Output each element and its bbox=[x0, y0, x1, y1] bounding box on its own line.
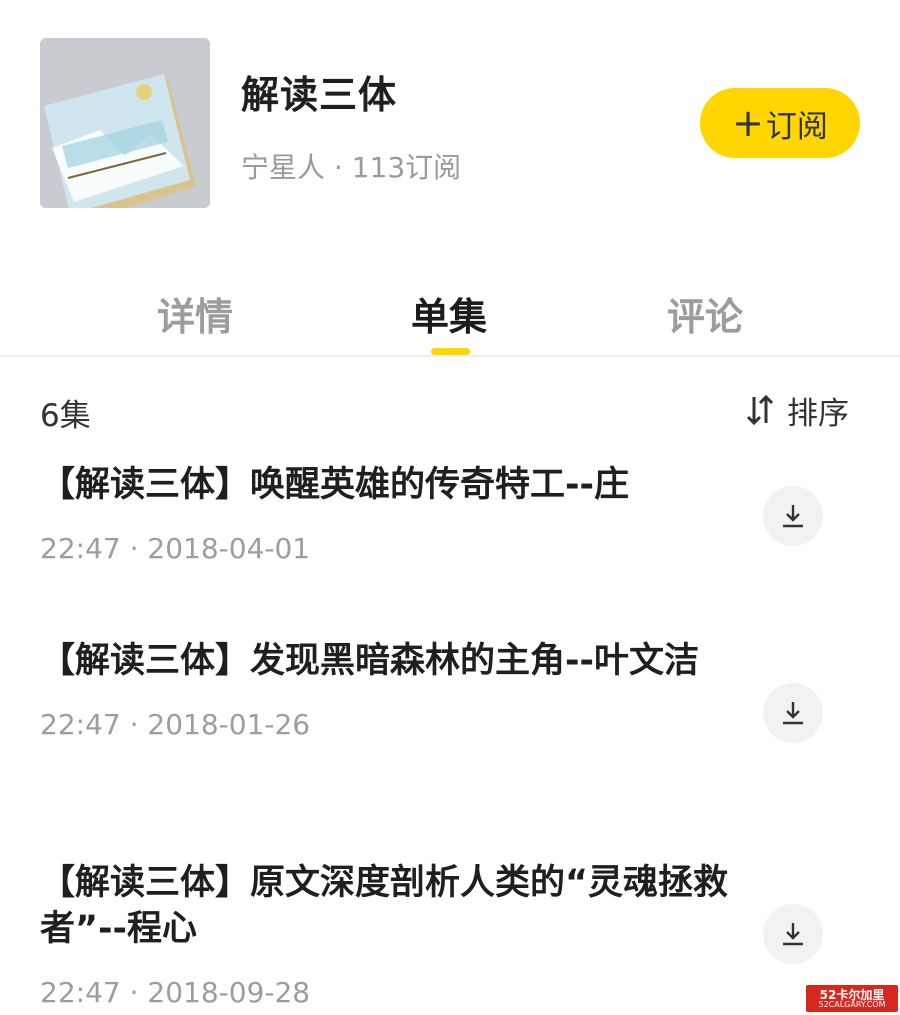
sort-button[interactable]: 排序 bbox=[745, 388, 849, 432]
download-icon bbox=[783, 702, 803, 725]
tab-bar: 详情 单集 评论 bbox=[0, 270, 900, 356]
tab-comments[interactable]: 评论 bbox=[667, 286, 743, 341]
subscribe-label: 订阅 bbox=[765, 108, 828, 145]
download-button[interactable] bbox=[763, 683, 823, 743]
active-tab-indicator bbox=[431, 348, 470, 355]
book-cover-icon bbox=[40, 38, 210, 208]
episode-count: 6集 bbox=[40, 398, 91, 434]
download-icon bbox=[783, 505, 803, 528]
download-button[interactable] bbox=[763, 904, 823, 964]
tab-episodes[interactable]: 单集 bbox=[411, 286, 487, 341]
sort-icon bbox=[746, 394, 774, 426]
episode-title: 【解读三体】原文深度剖析人类的“灵魂拯救者”--程心 bbox=[40, 863, 729, 949]
watermark-text: 52卡尔加里 bbox=[819, 987, 885, 1002]
podcast-title: 解读三体 bbox=[241, 73, 398, 117]
download-icon bbox=[783, 923, 803, 946]
site-watermark: 52卡尔加里 52CALGARY.COM bbox=[806, 985, 898, 1012]
podcast-author-subscribers: 宁星人 · 113订阅 bbox=[241, 151, 462, 184]
episode-title: 【解读三体】发现黑暗森林的主角--叶文洁 bbox=[40, 641, 700, 681]
download-button[interactable] bbox=[763, 486, 823, 546]
tab-divider bbox=[0, 355, 900, 357]
subscribe-button[interactable]: + 订阅 bbox=[700, 88, 860, 158]
album-cover-image bbox=[40, 38, 210, 208]
episode-meta: 22:47 · 2018-09-28 bbox=[40, 976, 311, 1009]
tab-details[interactable]: 详情 bbox=[157, 286, 233, 341]
podcast-header: 解读三体 宁星人 · 113订阅 + 订阅 bbox=[0, 0, 900, 240]
episode-title: 【解读三体】唤醒英雄的传奇特工--庄 bbox=[40, 465, 630, 505]
watermark-url: 52CALGARY.COM bbox=[818, 999, 886, 1009]
sort-label: 排序 bbox=[787, 395, 849, 432]
plus-icon: + bbox=[732, 101, 764, 145]
